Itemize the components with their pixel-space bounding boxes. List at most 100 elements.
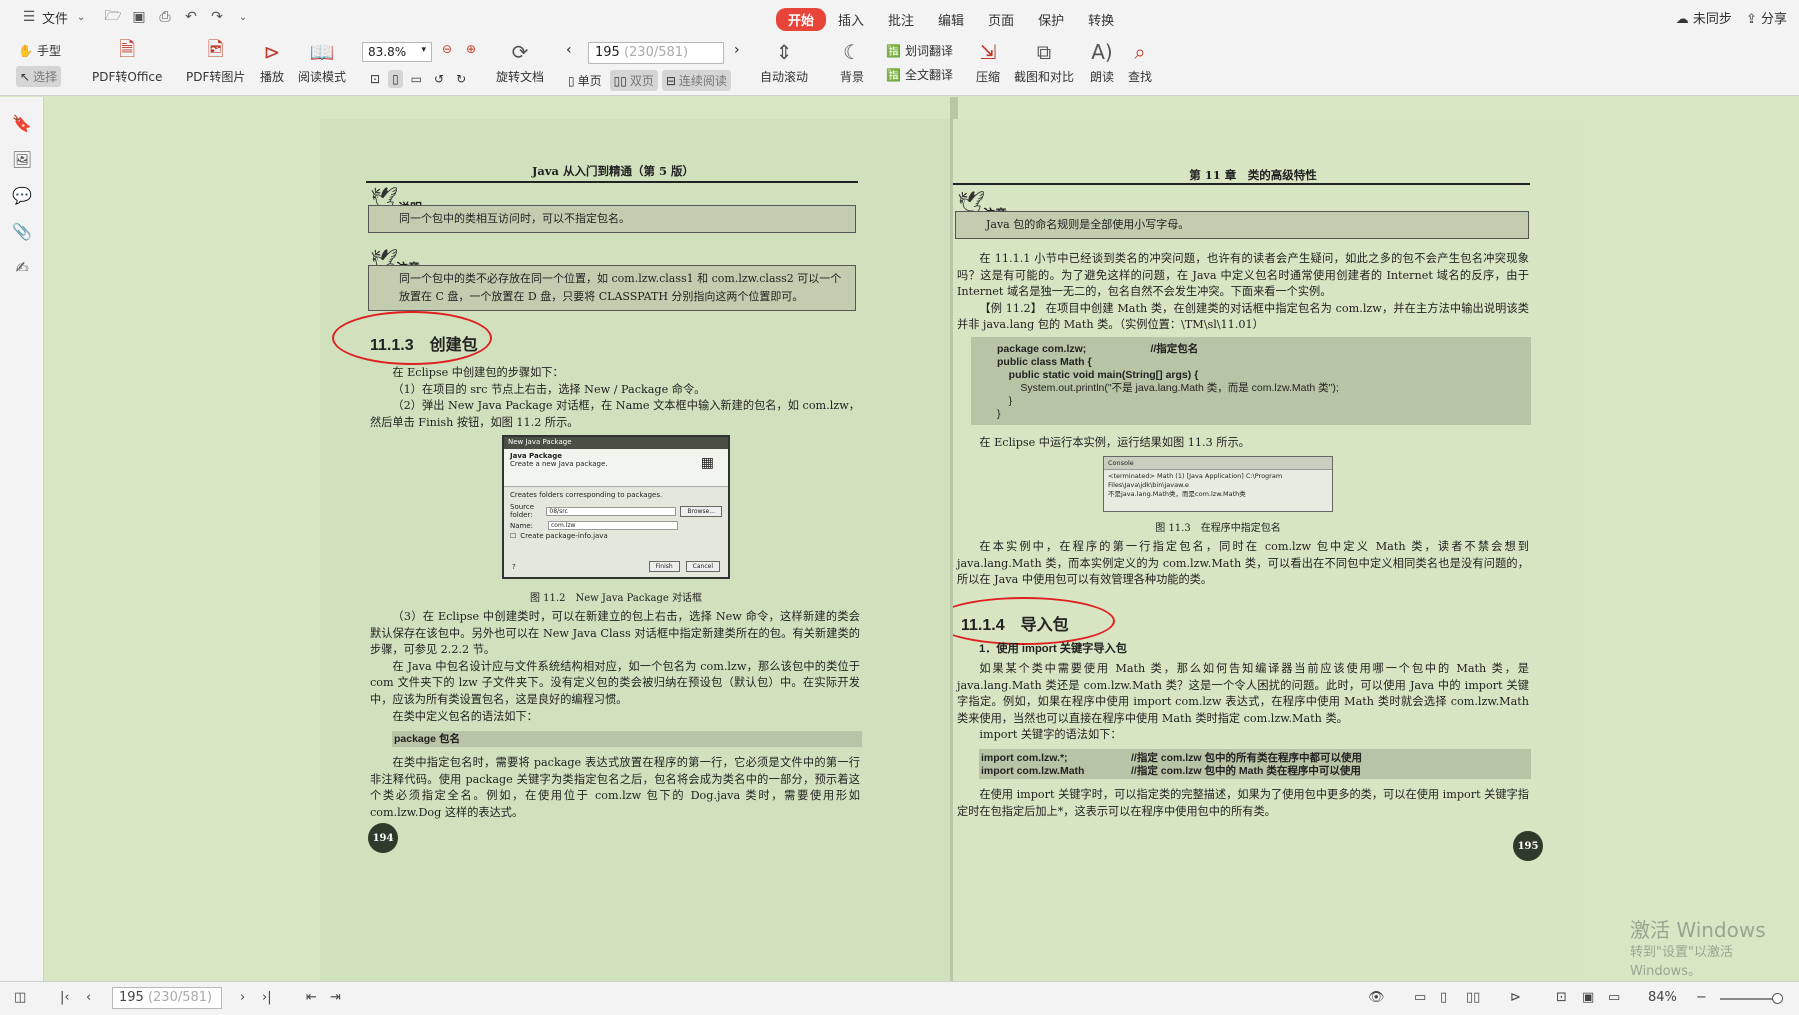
last-page-icon[interactable]: ›| <box>262 990 272 1005</box>
zoom-out-icon[interactable]: ⊖ <box>442 42 452 56</box>
prev-page-icon[interactable]: ‹ <box>86 990 91 1005</box>
select-tool-button[interactable]: ↖ 选择 <box>16 66 62 87</box>
forward-icon[interactable]: ⇥ <box>330 990 341 1005</box>
rotate-left-icon[interactable]: ↺ <box>430 70 448 88</box>
section-title-11-1-3: 11.1.3 创建包 <box>370 337 478 354</box>
back-icon[interactable]: ⇤ <box>306 990 317 1005</box>
fit-page-icon[interactable]: ▯ <box>388 70 403 88</box>
customize-icon[interactable]: ⌄ <box>234 8 252 26</box>
figure-caption-11-3: 图 11.3 在程序中指定包名 <box>1155 523 1281 534</box>
page-number-input[interactable]: 195 (230/581) <box>588 42 724 64</box>
thumbnail-icon[interactable]: 🖼 <box>0 141 44 177</box>
zoom-slider-knob[interactable] <box>1772 993 1783 1004</box>
save-icon[interactable]: ▣ <box>130 8 148 26</box>
undo-icon[interactable]: ↶ <box>182 8 200 26</box>
auto-scroll-label: 自动滚动 <box>760 70 809 84</box>
tab-edit[interactable]: 编辑 <box>926 8 976 31</box>
find-button[interactable]: ⌕ 查找 <box>1126 38 1154 85</box>
continuous-read-button[interactable]: ⊟ 连续阅读 <box>661 70 731 91</box>
status-page-input[interactable]: 195 (230/581) <box>112 987 222 1009</box>
next-page-icon[interactable]: › <box>240 990 245 1005</box>
actual-size-icon[interactable]: ⊡ <box>366 70 384 88</box>
note-box: Java 包的命名规则是全部使用小写字母。 <box>955 211 1529 239</box>
fit-page-icon[interactable]: ▣ <box>1582 990 1594 1005</box>
zoom-in-icon[interactable]: ⊕ <box>466 42 476 56</box>
continuous-icon: ⊟ <box>665 73 676 88</box>
single-page-view-icon[interactable]: ▭ <box>1414 990 1426 1005</box>
eye-protection-icon[interactable]: 👁 <box>1368 990 1385 1005</box>
browse-button: Browse... <box>680 505 722 517</box>
rotate-doc-button[interactable]: ⟳ 旋转文档 <box>496 38 544 85</box>
double-page-icon: ▯▯ <box>613 73 627 88</box>
tab-comment[interactable]: 批注 <box>876 8 926 31</box>
cancel-button: Cancel <box>685 561 720 572</box>
header-rule <box>953 183 1530 185</box>
zoom-input[interactable]: 83.8% ▾ <box>362 42 432 62</box>
status-zoom-value[interactable]: 84% <box>1648 990 1677 1005</box>
rotate-right-icon[interactable]: ↻ <box>452 70 470 88</box>
source-label: Source folder: <box>510 503 535 519</box>
compress-button[interactable]: ⇲ 压缩 <box>974 38 1002 85</box>
print-icon[interactable]: ⎙ <box>156 8 174 26</box>
full-translate-button[interactable]: 🈯 全文翻译 <box>886 66 953 83</box>
left-body-bottom: （3）在 Eclipse 中创建类时，可以在新建立的包上右击，选择 New 命令… <box>370 609 860 725</box>
fit-width-icon[interactable]: ▭ <box>407 70 426 88</box>
redo-icon[interactable]: ↷ <box>208 8 226 26</box>
console-line: <terminated> Math (1) [Java Application]… <box>1108 472 1283 489</box>
screenshot-compare-button[interactable]: ⧉ 截图和对比 <box>1014 38 1074 85</box>
page-current: 195 <box>595 45 620 60</box>
tab-convert[interactable]: 转换 <box>1076 8 1126 31</box>
pdf-to-image-button[interactable]: 🖻 PDF转图片 <box>186 37 245 85</box>
hamburger-icon: ☰ <box>22 9 36 25</box>
play-icon[interactable]: ⊳ <box>1510 990 1521 1005</box>
checkbox-icon: ☐ <box>510 532 517 540</box>
hand-tool-button[interactable]: ✋ 手型 <box>18 42 61 59</box>
header-rule <box>366 181 858 183</box>
para: （2）弹出 New Java Package 对话框，在 Name 文本框中输入… <box>370 399 860 429</box>
auto-scroll-button[interactable]: ⇕ 自动滚动 <box>760 38 808 85</box>
section-title-11-1-4: 11.1.4 导入包 <box>961 617 1069 634</box>
first-page-icon[interactable]: |‹ <box>60 990 70 1005</box>
tab-insert[interactable]: 插入 <box>826 8 876 31</box>
code-block-import: import com.lzw.*; //指定 com.lzw 包中的所有类在程序… <box>979 749 1531 779</box>
status-bar: ◫ |‹ ‹ 195 (230/581) › ›| ⇤ ⇥ 👁 ▭ ▯ ▯▯ ⊳… <box>0 981 1799 1015</box>
right-body-run: 在 Eclipse 中运行本实例，运行结果如图 11.3 所示。 <box>957 435 1529 452</box>
status-page-range: (230/581) <box>147 990 213 1005</box>
prev-page-icon[interactable]: ‹ <box>566 42 572 58</box>
import-code: import com.lzw.Math <box>981 765 1085 777</box>
word-translate-button[interactable]: 🈯 划词翻译 <box>886 42 953 59</box>
actual-size-icon[interactable]: ⊡ <box>1556 990 1567 1005</box>
file-menu[interactable]: ☰ 文件 ⌄ <box>10 8 100 27</box>
fit-width-icon[interactable]: ▭ <box>1608 990 1620 1005</box>
continuous-view-icon[interactable]: ▯ <box>1440 990 1447 1005</box>
single-page-button[interactable]: ▯ 单页 <box>564 70 606 91</box>
pdf-to-office-button[interactable]: 🗎 PDF转Office <box>92 37 162 85</box>
read-mode-button[interactable]: 📖 阅读模式 <box>298 38 346 85</box>
tab-page[interactable]: 页面 <box>976 8 1026 31</box>
code-line: package com.lzw; //指定包名 <box>997 343 1199 355</box>
sidebar-toggle-icon[interactable]: ◫ <box>14 990 26 1005</box>
share-icon: ⇪ <box>1745 12 1757 27</box>
background-button[interactable]: ☾ 背景 <box>838 38 866 85</box>
bookmark-icon[interactable]: 🔖 <box>0 105 44 141</box>
tab-start[interactable]: 开始 <box>776 8 827 31</box>
code-block-example: package com.lzw; //指定包名 public class Mat… <box>971 337 1531 425</box>
para: 在使用 import 关键字时，可以指定类的完整描述，如果为了使用包中更多的类，… <box>957 788 1529 818</box>
share-button[interactable]: ⇪ 分享 <box>1746 8 1787 27</box>
attachment-icon[interactable]: 📎 <box>0 213 44 249</box>
document-view[interactable]: Java 从入门到精通（第 5 版） 🕊 说明 同一个包中的类相互访问时，可以不… <box>45 97 1799 981</box>
signature-icon[interactable]: ✍ <box>0 249 44 285</box>
zoom-out-icon[interactable]: − <box>1696 990 1707 1005</box>
find-label: 查找 <box>1127 70 1152 84</box>
comment-icon[interactable]: 💬 <box>0 177 44 213</box>
tab-protect[interactable]: 保护 <box>1026 8 1076 31</box>
play-button[interactable]: ⊳ 播放 <box>258 38 286 85</box>
zoom-slider[interactable] <box>1720 993 1783 1004</box>
para: 【例 11.2】 在项目中创建 Math 类，在创建类的对话框中指定包名为 co… <box>957 301 1529 332</box>
sync-button[interactable]: ☁ 未同步 <box>1676 8 1732 27</box>
open-folder-icon[interactable]: 🗁 <box>104 8 122 26</box>
double-page-button[interactable]: ▯▯ 双页 <box>609 70 658 91</box>
double-page-view-icon[interactable]: ▯▯ <box>1466 990 1480 1005</box>
next-page-icon[interactable]: › <box>734 42 740 58</box>
read-aloud-button[interactable]: A) 朗读 <box>1088 38 1116 85</box>
